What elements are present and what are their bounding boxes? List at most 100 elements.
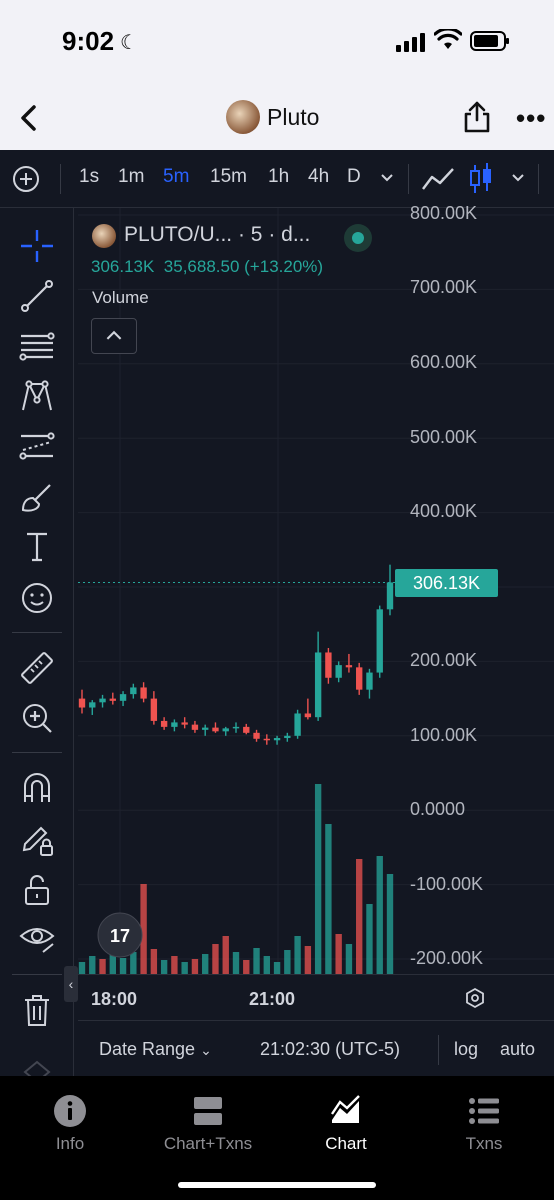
- candle-body: [212, 727, 219, 732]
- chart-toolbar: 1s 1m 5m 15m 1h 4h D: [0, 150, 554, 208]
- tab-label: Chart+Txns: [163, 1134, 253, 1153]
- emoji-icon[interactable]: [17, 578, 57, 618]
- y-tick: 700.00K: [410, 277, 478, 297]
- controls-divider: [438, 1035, 439, 1065]
- more-options-button[interactable]: •••: [516, 103, 546, 134]
- trash-icon[interactable]: [17, 990, 57, 1030]
- volume-bar: [130, 952, 137, 974]
- tradingview-logo-text: 17: [110, 926, 130, 946]
- brush-icon[interactable]: [17, 476, 57, 516]
- candle-body: [366, 672, 373, 690]
- candle-body: [130, 687, 137, 695]
- fib-retracement-icon[interactable]: [17, 326, 57, 366]
- timeframe-4h[interactable]: 4h: [308, 166, 329, 188]
- date-range-button[interactable]: Date Range ⌄: [99, 1039, 212, 1060]
- volume-bar: [222, 936, 229, 974]
- timeframe-1s[interactable]: 1s: [79, 166, 99, 188]
- tab-info[interactable]: Info: [10, 1094, 130, 1154]
- magnet-icon[interactable]: [17, 768, 57, 808]
- volume-label: Volume: [92, 288, 149, 307]
- area-chart-icon: [331, 1095, 360, 1123]
- lock-drawings-icon[interactable]: [17, 818, 57, 858]
- y-tick: 0.0000: [410, 799, 466, 819]
- tools-divider: [12, 974, 62, 975]
- back-button[interactable]: [16, 102, 42, 134]
- candle-body: [99, 698, 106, 703]
- candlestick-chart-icon[interactable]: [468, 161, 494, 197]
- time-axis[interactable]: 18:00 21:00: [78, 974, 554, 1020]
- cellular-signal-icon: [396, 33, 425, 52]
- share-button[interactable]: [462, 100, 492, 134]
- volume-bar: [191, 959, 199, 974]
- y-tick: 100.00K: [410, 725, 478, 745]
- timeframe-1h[interactable]: 1h: [268, 166, 289, 188]
- info-icon: [54, 1095, 86, 1127]
- candle-body: [232, 726, 240, 729]
- volume-bar: [284, 950, 291, 974]
- volume-bar: [273, 962, 281, 974]
- status-bar: 9:02 ☾: [0, 0, 554, 88]
- candle-body: [356, 667, 363, 690]
- home-indicator: [178, 1182, 376, 1188]
- volume-bar: [78, 962, 86, 974]
- volume-bar: [314, 784, 322, 974]
- volume-bar: [356, 859, 363, 974]
- timeframe-15m[interactable]: 15m: [210, 166, 247, 188]
- tab-label: Txns: [465, 1134, 503, 1153]
- market-status-indicator: [344, 224, 372, 252]
- legend-change: 35,688.50 (+13.20%): [163, 257, 324, 276]
- candle-body: [222, 728, 229, 732]
- line-chart-icon[interactable]: [420, 163, 456, 195]
- eye-icon[interactable]: [17, 918, 57, 958]
- symbol-title[interactable]: PLUTO/U... · 5 · d...: [124, 223, 310, 247]
- auto-scale-toggle[interactable]: auto: [500, 1039, 535, 1060]
- moon-icon: ☾: [120, 32, 138, 54]
- zoom-in-icon[interactable]: [17, 698, 57, 738]
- volume-bar: [232, 952, 240, 974]
- collapse-toolbar-tab[interactable]: ‹: [64, 966, 78, 1002]
- x-tick: 21:00: [249, 989, 296, 1009]
- y-tick: -200.00K: [410, 948, 484, 968]
- ruler-icon[interactable]: [17, 648, 57, 688]
- chart-clock[interactable]: 21:02:30 (UTC-5): [260, 1039, 400, 1060]
- volume-bar: [212, 944, 219, 974]
- crosshair-icon[interactable]: [17, 226, 57, 266]
- add-indicator-icon[interactable]: [12, 165, 40, 193]
- tab-txns[interactable]: Txns: [424, 1094, 544, 1154]
- log-scale-toggle[interactable]: log: [454, 1039, 478, 1060]
- tab-chart[interactable]: Chart: [286, 1094, 406, 1154]
- candle-body: [140, 687, 147, 699]
- y-tick: 600.00K: [410, 352, 478, 372]
- volume-bar: [263, 956, 270, 974]
- timeframe-1m[interactable]: 1m: [118, 166, 144, 188]
- drawing-tools-panel: [0, 208, 74, 1084]
- candle-body: [181, 722, 188, 725]
- text-tool-icon[interactable]: [17, 526, 57, 566]
- trend-line-icon[interactable]: [17, 276, 57, 316]
- last-price-label: 306.13K: [395, 569, 498, 597]
- legend-price: 306.13K: [91, 257, 155, 276]
- candle-body: [78, 698, 86, 708]
- unlock-icon[interactable]: [17, 870, 57, 910]
- status-time: 9:02: [62, 26, 115, 56]
- tools-divider: [12, 632, 62, 633]
- volume-bar: [99, 959, 106, 974]
- prediction-tool-icon[interactable]: [17, 426, 57, 466]
- timeframe-5m[interactable]: 5m: [163, 166, 189, 188]
- collapse-legend-button[interactable]: [91, 318, 137, 354]
- candle-body: [345, 665, 353, 668]
- timeframe-d[interactable]: D: [347, 166, 361, 188]
- chevron-down-icon: ⌄: [200, 1042, 212, 1058]
- nav-bar: Pluto •••: [0, 88, 554, 150]
- y-tick: 200.00K: [410, 650, 478, 670]
- volume-bar: [202, 954, 209, 974]
- chevron-down-icon[interactable]: [511, 172, 525, 182]
- chevron-down-icon[interactable]: [380, 172, 394, 182]
- tab-chart-txns[interactable]: Chart+Txns: [148, 1094, 268, 1154]
- y-tick: 400.00K: [410, 501, 478, 521]
- chart-settings-icon[interactable]: [464, 987, 486, 1009]
- volume-bar: [89, 956, 96, 974]
- pattern-tool-icon[interactable]: [17, 376, 57, 416]
- toolbar-divider: [60, 164, 61, 194]
- toolbar-divider: [408, 164, 409, 194]
